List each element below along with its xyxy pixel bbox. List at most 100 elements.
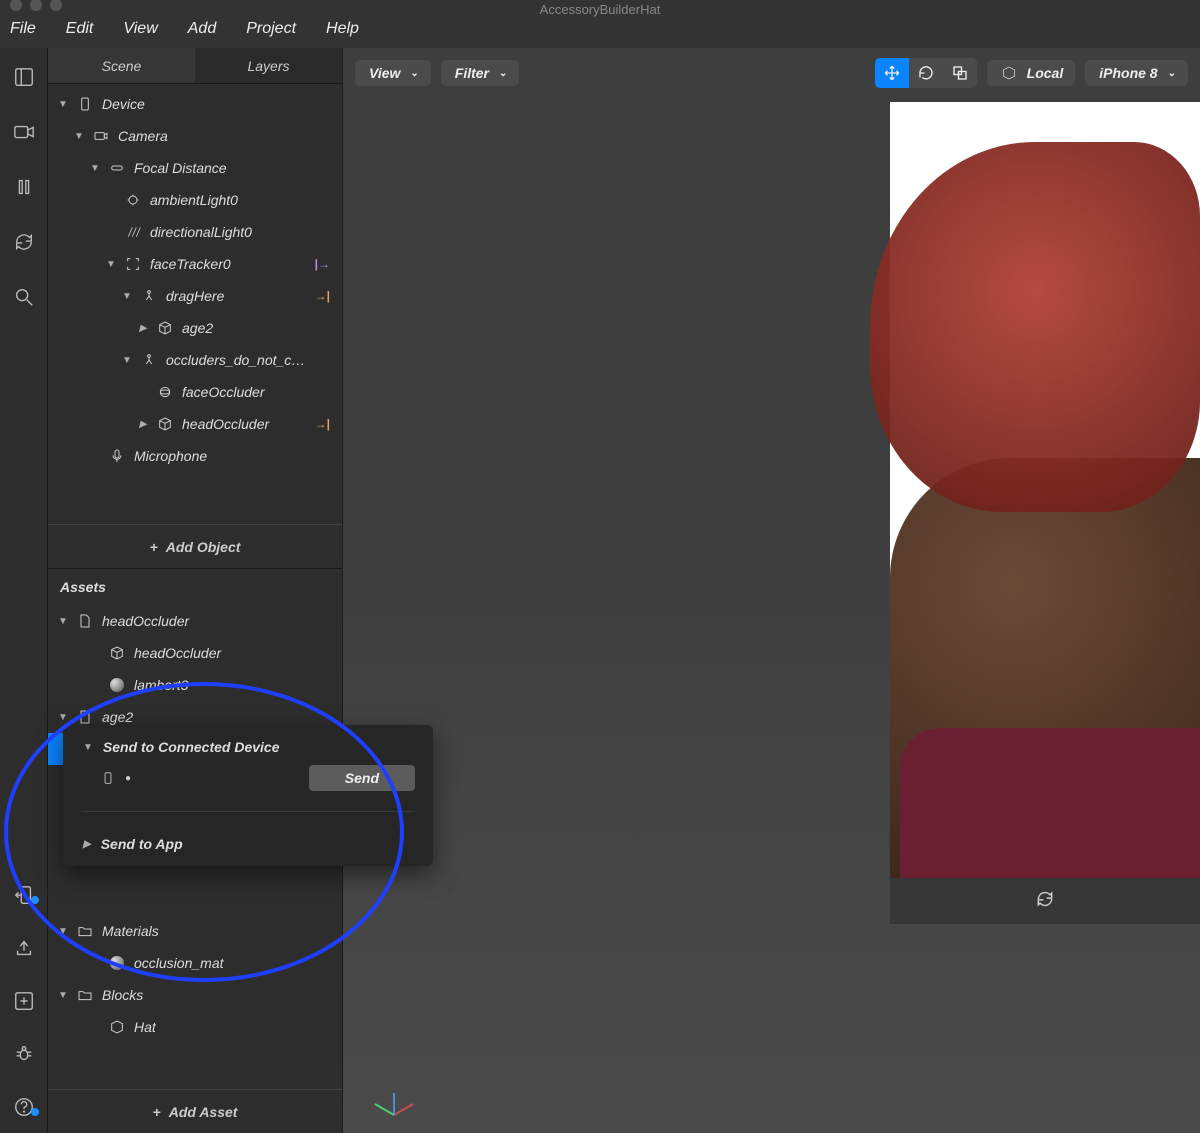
viewport[interactable]: View⌄ Filter ⌄ Local iPhone 8⌄: [343, 48, 1200, 1133]
tree-label: Focal Distance: [134, 160, 227, 176]
device-preview: [890, 102, 1200, 878]
tree-label: age2: [182, 320, 213, 336]
axis-gizmo[interactable]: [373, 1075, 413, 1115]
menu-edit[interactable]: Edit: [66, 20, 94, 38]
tree-label: occluders_do_not_c…: [166, 352, 305, 368]
file-icon: [76, 709, 94, 725]
asset-lambert3[interactable]: lambert3: [48, 669, 342, 701]
send-button[interactable]: Send: [309, 765, 415, 791]
chevron-down-icon: ⌄: [499, 68, 507, 79]
test-on-device-popup: ▼Send to Connected Device ● Send ▶Send t…: [63, 725, 433, 866]
add-panel-icon[interactable]: [13, 990, 35, 1017]
layout-icon[interactable]: [13, 66, 35, 93]
asset-label: age2: [102, 709, 133, 725]
face-tracker-icon: [124, 256, 142, 272]
asset-head-occluder-mesh[interactable]: headOccluder: [48, 637, 342, 669]
asset-label: headOccluder: [134, 645, 221, 661]
tree-label: ambientLight0: [150, 192, 238, 208]
menu-add[interactable]: Add: [188, 20, 216, 38]
preview-shirt: [900, 728, 1200, 878]
axis-z: [374, 1103, 394, 1116]
asset-occlusion-mat[interactable]: occlusion_mat: [48, 947, 342, 979]
notification-dot-icon: [31, 896, 39, 904]
device-icon: [76, 96, 94, 112]
null-object-icon: [140, 288, 158, 304]
view-dropdown[interactable]: View⌄: [355, 60, 431, 86]
scale-tool[interactable]: [943, 58, 977, 88]
tree-item-head-occluder[interactable]: ▶headOccluder→|: [48, 408, 342, 440]
tree-item-drag-here[interactable]: ▼dragHere→|: [48, 280, 342, 312]
menu-project[interactable]: Project: [246, 20, 296, 38]
tree-label: faceOccluder: [182, 384, 264, 400]
add-object-button[interactable]: +Add Object: [48, 524, 342, 568]
coordinate-space-dropdown[interactable]: Local: [987, 60, 1076, 86]
asset-blocks-folder[interactable]: ▼Blocks: [48, 979, 342, 1011]
tree-item-directional-light[interactable]: directionalLight0: [48, 216, 342, 248]
axis-x: [394, 1103, 414, 1116]
send-to-device-icon[interactable]: [13, 884, 35, 911]
camera-icon: [92, 128, 110, 144]
notification-dot-icon: [31, 1108, 39, 1116]
move-tool[interactable]: [875, 58, 909, 88]
bug-icon[interactable]: [13, 1043, 35, 1070]
search-icon[interactable]: [13, 286, 35, 313]
tree-item-device[interactable]: ▼Device: [48, 88, 342, 120]
add-asset-button[interactable]: +Add Asset: [48, 1089, 342, 1133]
pause-icon[interactable]: [13, 176, 35, 203]
send-to-app-header[interactable]: ▶Send to App: [83, 836, 415, 852]
folder-icon: [76, 923, 94, 939]
device-select-dropdown[interactable]: iPhone 8⌄: [1085, 60, 1188, 86]
window-title: AccessoryBuilderHat: [540, 2, 661, 17]
block-icon: [108, 1019, 126, 1035]
menu-file[interactable]: File: [10, 20, 36, 38]
tree-item-camera[interactable]: ▼Camera: [48, 120, 342, 152]
tree-label: Camera: [118, 128, 168, 144]
filter-label: Filter: [455, 65, 489, 81]
refresh-preview-icon[interactable]: [1035, 889, 1055, 914]
file-icon: [76, 613, 94, 629]
plus-icon: +: [150, 539, 158, 555]
tab-layers[interactable]: Layers: [195, 48, 342, 83]
phone-icon: [101, 768, 115, 788]
asset-hat-block[interactable]: Hat: [48, 1011, 342, 1043]
titlebar: AccessoryBuilderHat: [0, 0, 1200, 10]
asset-label: Materials: [102, 923, 159, 939]
transform-mode-group: [875, 58, 977, 88]
menu-help[interactable]: Help: [326, 20, 359, 38]
asset-label: Blocks: [102, 987, 143, 1003]
share-icon[interactable]: [13, 937, 35, 964]
chevron-down-icon: ⌄: [410, 68, 418, 79]
chevron-down-icon: ⌄: [1168, 68, 1176, 79]
patch-output-badge: |→: [315, 257, 330, 271]
patch-input-badge: →|: [315, 289, 330, 303]
tree-item-focal-distance[interactable]: ▼Focal Distance: [48, 152, 342, 184]
tree-item-occluders[interactable]: ▼occluders_do_not_c…: [48, 344, 342, 376]
tree-item-ambient-light[interactable]: ambientLight0: [48, 184, 342, 216]
asset-label: headOccluder: [102, 613, 189, 629]
filter-dropdown[interactable]: Filter ⌄: [441, 60, 520, 86]
panel-tabs: Scene Layers: [48, 48, 342, 84]
material-icon: [108, 956, 126, 970]
tree-label: dragHere: [166, 288, 224, 304]
microphone-icon: [108, 448, 126, 464]
assets-header: Assets: [48, 569, 342, 605]
preview-hat: [870, 142, 1200, 512]
menu-view[interactable]: View: [123, 20, 157, 38]
null-object-icon: [140, 352, 158, 368]
video-icon[interactable]: [13, 121, 35, 148]
asset-head-occluder-folder[interactable]: ▼headOccluder: [48, 605, 342, 637]
send-to-device-header[interactable]: ▼Send to Connected Device: [83, 739, 415, 755]
tab-scene[interactable]: Scene: [48, 48, 195, 83]
tree-label: Device: [102, 96, 145, 112]
tree-item-face-tracker[interactable]: ▼faceTracker0|→: [48, 248, 342, 280]
refresh-icon[interactable]: [13, 231, 35, 258]
help-icon[interactable]: [13, 1096, 35, 1123]
rotate-tool[interactable]: [909, 58, 943, 88]
asset-materials-folder[interactable]: ▼Materials: [48, 915, 342, 947]
asset-label: lambert3: [134, 677, 188, 693]
device-row[interactable]: ● Send: [83, 755, 415, 791]
tree-item-microphone[interactable]: Microphone: [48, 440, 342, 472]
tree-item-face-occluder[interactable]: faceOccluder: [48, 376, 342, 408]
tree-item-age2[interactable]: ▶age2: [48, 312, 342, 344]
asset-label: Hat: [134, 1019, 156, 1035]
